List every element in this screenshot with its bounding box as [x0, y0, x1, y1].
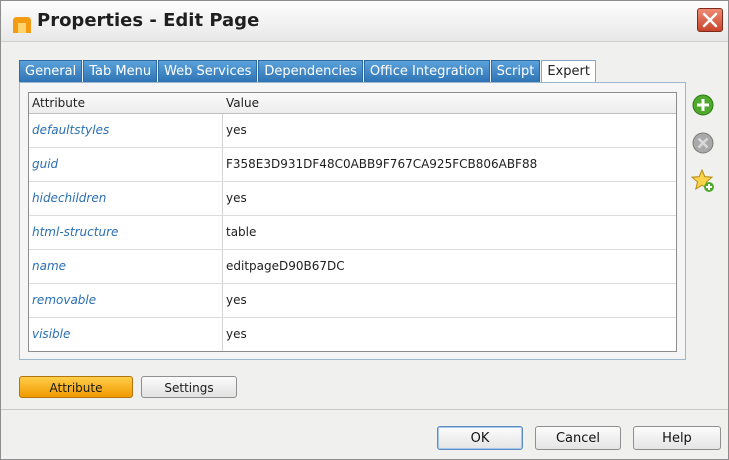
attribute-value[interactable]: editpageD90B67DC	[226, 250, 672, 283]
close-icon	[702, 12, 718, 28]
grid-header: Attribute Value	[29, 93, 676, 114]
ok-button[interactable]: OK	[437, 426, 523, 450]
cancel-button[interactable]: Cancel	[535, 426, 621, 450]
window-title: Properties - Edit Page	[37, 10, 260, 31]
table-row[interactable]: hidechildren yes	[29, 182, 676, 216]
help-button[interactable]: Help	[633, 426, 721, 450]
attribute-name: name	[32, 259, 67, 273]
attribute-value[interactable]: F358E3D931DF48C0ABB9F767CA925FCB806ABF88	[226, 148, 672, 181]
tab-tab-menu[interactable]: Tab Menu	[83, 60, 158, 82]
attribute-name: hidechildren	[32, 191, 107, 205]
tab-strip: General Tab Menu Web Services Dependenci…	[19, 60, 597, 84]
title-bar[interactable]: Properties - Edit Page	[1, 1, 728, 42]
separator	[1, 409, 728, 410]
attribute-value[interactable]: yes	[226, 182, 672, 215]
attribute-value[interactable]: yes	[226, 114, 672, 147]
table-row[interactable]: removable yes	[29, 284, 676, 318]
table-row[interactable]: name editpageD90B67DC	[29, 250, 676, 284]
tab-general[interactable]: General	[19, 60, 83, 82]
attribute-name: html-structure	[32, 225, 119, 239]
attribute-name: guid	[32, 157, 59, 171]
settings-button[interactable]: Settings	[141, 376, 237, 398]
favorite-add-icon[interactable]	[690, 168, 716, 194]
table-row[interactable]: html-structure table	[29, 216, 676, 250]
attribute-name: removable	[32, 293, 97, 307]
value-column-header[interactable]: Value	[226, 93, 672, 113]
tab-office-integration[interactable]: Office Integration	[363, 60, 490, 82]
add-icon[interactable]	[690, 92, 716, 118]
tab-dependencies[interactable]: Dependencies	[258, 60, 363, 82]
remove-icon[interactable]	[690, 130, 716, 156]
attribute-column-header[interactable]: Attribute	[32, 93, 222, 113]
app-icon	[13, 17, 31, 33]
attribute-value[interactable]: table	[226, 216, 672, 249]
table-row[interactable]: guid F358E3D931DF48C0ABB9F767CA925FCB806…	[29, 148, 676, 182]
table-row[interactable]: defaultstyles yes	[29, 114, 676, 148]
expert-panel: Attribute Value defaultstyles yes guid F…	[19, 82, 686, 360]
tab-web-services[interactable]: Web Services	[158, 60, 258, 82]
tab-expert[interactable]: Expert	[541, 60, 596, 84]
table-row[interactable]: visible yes	[29, 318, 676, 350]
attribute-name: defaultstyles	[32, 123, 110, 137]
close-button[interactable]	[697, 8, 723, 32]
attribute-value[interactable]: yes	[226, 318, 672, 350]
properties-dialog: Properties - Edit Page General Tab Menu …	[0, 0, 729, 460]
attribute-value[interactable]: yes	[226, 284, 672, 317]
attribute-grid: Attribute Value defaultstyles yes guid F…	[28, 92, 677, 352]
attribute-name: visible	[32, 327, 71, 341]
attribute-button[interactable]: Attribute	[19, 376, 133, 398]
tab-script[interactable]: Script	[490, 60, 541, 82]
